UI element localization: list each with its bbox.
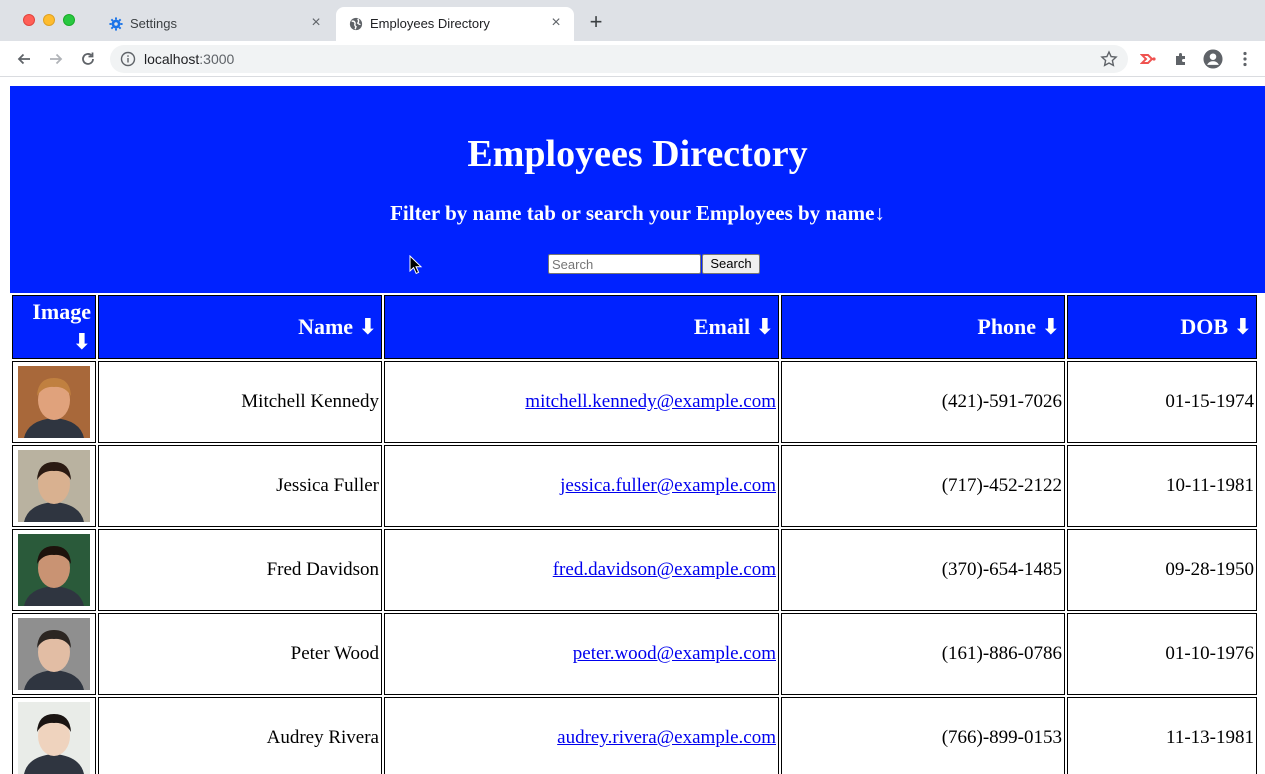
column-header-label: Email xyxy=(693,314,751,339)
tab-employees-directory-label: Employees Directory xyxy=(370,16,490,31)
column-header-name[interactable]: Name ⬇ xyxy=(98,295,382,359)
phone-cell: (717)-452-2122 xyxy=(781,445,1065,527)
more-menu-icon[interactable] xyxy=(1235,49,1255,69)
sort-arrow-icon[interactable]: ⬇ xyxy=(1234,315,1252,340)
avatar xyxy=(18,702,90,774)
phone-cell: (421)-591-7026 xyxy=(781,361,1065,443)
email-cell: jessica.fuller@example.com xyxy=(384,445,779,527)
name-cell: Mitchell Kennedy xyxy=(98,361,382,443)
email-cell: fred.davidson@example.com xyxy=(384,529,779,611)
tab-settings[interactable]: Settings × xyxy=(96,7,334,41)
column-header-label: Phone xyxy=(977,314,1037,339)
dob-cell: 10-11-1981 xyxy=(1067,445,1257,527)
table-row: Peter Wood peter.wood@example.com (161)-… xyxy=(12,613,1257,695)
avatar xyxy=(18,450,90,522)
search-form: Search xyxy=(548,254,760,276)
avatar xyxy=(18,366,90,438)
bookmark-star-icon[interactable] xyxy=(1100,50,1118,68)
column-header-label: DOB xyxy=(1180,314,1229,339)
tab-settings-label: Settings xyxy=(130,16,177,31)
window-zoom-button[interactable] xyxy=(63,14,75,26)
column-header-label: Name xyxy=(298,314,354,339)
close-tab-settings-icon[interactable]: × xyxy=(308,15,324,31)
table-row: Mitchell Kennedy mitchell.kennedy@exampl… xyxy=(12,361,1257,443)
avatar-cell xyxy=(12,613,96,695)
avatar-cell xyxy=(12,445,96,527)
avatar-cell xyxy=(12,529,96,611)
header-banner: Employees Directory Filter by name tab o… xyxy=(10,86,1265,293)
forward-arrow-icon[interactable] xyxy=(46,49,66,69)
avatar xyxy=(18,534,90,606)
address-bar[interactable]: localhost:3000 xyxy=(110,45,1128,73)
page-viewport: Employees Directory Filter by name tab o… xyxy=(0,78,1265,774)
email-cell: audrey.rivera@example.com xyxy=(384,697,779,774)
page-title: Employees Directory xyxy=(467,133,808,175)
email-link[interactable]: mitchell.kennedy@example.com xyxy=(525,391,776,412)
site-info-icon[interactable] xyxy=(120,51,136,67)
email-link[interactable]: peter.wood@example.com xyxy=(573,643,776,664)
globe-icon xyxy=(348,16,364,32)
column-header-phone[interactable]: Phone ⬇ xyxy=(781,295,1065,359)
search-button[interactable]: Search xyxy=(702,254,760,274)
column-header-image[interactable]: Image ⬇ xyxy=(12,295,96,359)
browser-tab-strip: Settings × Employees Directory × + xyxy=(0,0,1265,41)
email-cell: mitchell.kennedy@example.com xyxy=(384,361,779,443)
dob-cell: 11-13-1981 xyxy=(1067,697,1257,774)
back-arrow-icon[interactable] xyxy=(14,49,34,69)
table-header-row: Image ⬇ Name ⬇ Email ⬇ Phone ⬇ DOB ⬇ xyxy=(12,295,1257,359)
page-subtitle: Filter by name tab or search your Employ… xyxy=(390,201,885,225)
email-link[interactable]: jessica.fuller@example.com xyxy=(560,475,776,496)
sort-arrow-icon[interactable]: ⬇ xyxy=(756,315,774,340)
sort-arrow-icon[interactable]: ⬇ xyxy=(1042,315,1060,340)
profile-avatar-icon[interactable] xyxy=(1203,49,1223,69)
dob-cell: 01-10-1976 xyxy=(1067,613,1257,695)
column-header-label: Image xyxy=(32,298,91,324)
employees-table: Image ⬇ Name ⬇ Email ⬇ Phone ⬇ DOB ⬇ Mit… xyxy=(10,293,1259,774)
avatar xyxy=(18,618,90,690)
phone-cell: (370)-654-1485 xyxy=(781,529,1065,611)
extension-icon[interactable] xyxy=(1139,49,1159,69)
column-header-email[interactable]: Email ⬇ xyxy=(384,295,779,359)
table-row: Fred Davidson fred.davidson@example.com … xyxy=(12,529,1257,611)
search-input[interactable] xyxy=(548,254,701,274)
url-host: localhost xyxy=(144,51,200,67)
name-cell: Peter Wood xyxy=(98,613,382,695)
window-minimize-button[interactable] xyxy=(43,14,55,26)
table-row: Audrey Rivera audrey.rivera@example.com … xyxy=(12,697,1257,774)
dob-cell: 01-15-1974 xyxy=(1067,361,1257,443)
tab-employees-directory[interactable]: Employees Directory × xyxy=(336,7,574,41)
sort-arrow-icon[interactable]: ⬇ xyxy=(359,315,377,340)
phone-cell: (161)-886-0786 xyxy=(781,613,1065,695)
table-row: Jessica Fuller jessica.fuller@example.co… xyxy=(12,445,1257,527)
table-body: Mitchell Kennedy mitchell.kennedy@exampl… xyxy=(12,361,1257,774)
phone-cell: (766)-899-0153 xyxy=(781,697,1065,774)
dob-cell: 09-28-1950 xyxy=(1067,529,1257,611)
avatar-cell xyxy=(12,697,96,774)
name-cell: Audrey Rivera xyxy=(98,697,382,774)
new-tab-button[interactable]: + xyxy=(586,11,606,33)
email-link[interactable]: audrey.rivera@example.com xyxy=(557,727,776,748)
gear-icon xyxy=(108,16,124,32)
avatar-cell xyxy=(12,361,96,443)
sort-arrow-icon[interactable]: ⬇ xyxy=(73,330,91,355)
close-tab-employees-icon[interactable]: × xyxy=(548,15,564,31)
name-cell: Jessica Fuller xyxy=(98,445,382,527)
mouse-cursor-icon xyxy=(409,255,423,275)
email-cell: peter.wood@example.com xyxy=(384,613,779,695)
email-link[interactable]: fred.davidson@example.com xyxy=(553,559,776,580)
reload-icon[interactable] xyxy=(78,49,98,69)
browser-toolbar: localhost:3000 xyxy=(0,41,1265,77)
column-header-dob[interactable]: DOB ⬇ xyxy=(1067,295,1257,359)
url-text: localhost:3000 xyxy=(144,51,234,67)
name-cell: Fred Davidson xyxy=(98,529,382,611)
window-close-button[interactable] xyxy=(23,14,35,26)
puzzle-icon[interactable] xyxy=(1171,49,1191,69)
url-port: :3000 xyxy=(199,51,235,67)
